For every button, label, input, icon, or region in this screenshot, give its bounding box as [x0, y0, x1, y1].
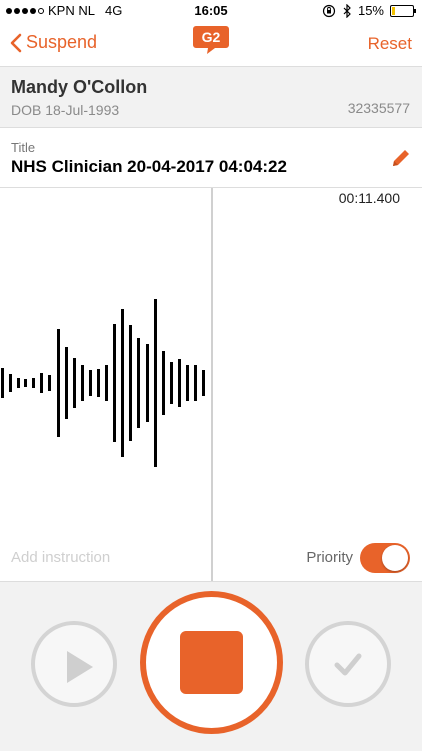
waveform-bar: [17, 378, 20, 388]
stop-icon: [180, 631, 243, 694]
battery-icon: [390, 4, 416, 17]
priority-label: Priority: [306, 549, 353, 566]
reset-button[interactable]: Reset: [368, 34, 412, 54]
toggle-knob: [382, 545, 408, 571]
battery-level: [392, 6, 395, 15]
waveform-bar: [137, 338, 140, 428]
waveform-bar: [40, 373, 43, 393]
waveform-bar: [194, 365, 197, 401]
waveform-bar: [97, 369, 100, 397]
waveform-bar: [178, 359, 181, 407]
waveform-bar: [202, 370, 205, 396]
waveform-bar: [186, 365, 189, 401]
waveform-bar: [105, 365, 108, 401]
navigation-bar: Suspend G2 Reset: [0, 22, 422, 66]
add-instruction-input[interactable]: Add instruction: [11, 549, 110, 566]
waveform-bar: [24, 379, 27, 387]
play-button[interactable]: [31, 621, 117, 707]
bluetooth-icon: [343, 3, 351, 18]
waveform-bar: [1, 368, 4, 398]
logo-text: G2: [202, 29, 221, 45]
playback-controls: [0, 581, 422, 751]
dictation-title-row[interactable]: Title NHS Clinician 20-04-2017 04:04:22: [0, 127, 422, 188]
waveform-bar: [154, 299, 157, 467]
chevron-left-icon: [10, 33, 22, 52]
waveform-bar: [48, 375, 51, 391]
status-indicators: 15%: [322, 3, 416, 18]
waveform-bar: [170, 362, 173, 404]
recording-area: 00:11.400 Add instruction Priority: [0, 188, 422, 581]
battery-percent: 15%: [357, 3, 384, 18]
waveform-bar: [65, 347, 68, 419]
stop-button[interactable]: [140, 591, 283, 734]
waveform-bar: [162, 351, 165, 415]
play-icon: [67, 651, 93, 683]
waveform-bar: [32, 378, 35, 388]
waveform-bar: [121, 309, 124, 457]
suspend-button[interactable]: Suspend: [10, 32, 97, 53]
g2-logo: G2: [193, 26, 229, 54]
waveform-bar: [81, 365, 84, 401]
patient-name: Mandy O'Collon: [11, 77, 148, 97]
checkmark-icon: [334, 653, 362, 676]
orientation-lock-icon: [322, 4, 336, 17]
patient-id: 32335577: [347, 100, 410, 116]
pencil-icon[interactable]: [390, 147, 412, 169]
title-value: NHS Clinician 20-04-2017 04:04:22: [11, 157, 287, 176]
confirm-button[interactable]: [305, 621, 391, 707]
waveform-bar: [89, 370, 92, 396]
waveform-bar: [113, 324, 116, 442]
suspend-label: Suspend: [26, 32, 98, 52]
waveform-bar: [129, 325, 132, 441]
patient-dob: DOB 18-Jul-1993: [11, 102, 120, 118]
priority-toggle[interactable]: [360, 543, 410, 573]
patient-header: Mandy O'Collon DOB 18-Jul-1993 32335577: [0, 66, 422, 128]
waveform-bar: [73, 358, 76, 408]
waveform-bar: [57, 329, 60, 437]
title-label: Title: [11, 140, 36, 155]
playhead-divider: [211, 188, 213, 581]
recording-timer: 00:11.400: [338, 190, 400, 206]
status-bar: KPN NL 4G 16:05 15%: [0, 0, 422, 22]
waveform-bar: [146, 344, 149, 422]
waveform-bar: [9, 374, 12, 392]
